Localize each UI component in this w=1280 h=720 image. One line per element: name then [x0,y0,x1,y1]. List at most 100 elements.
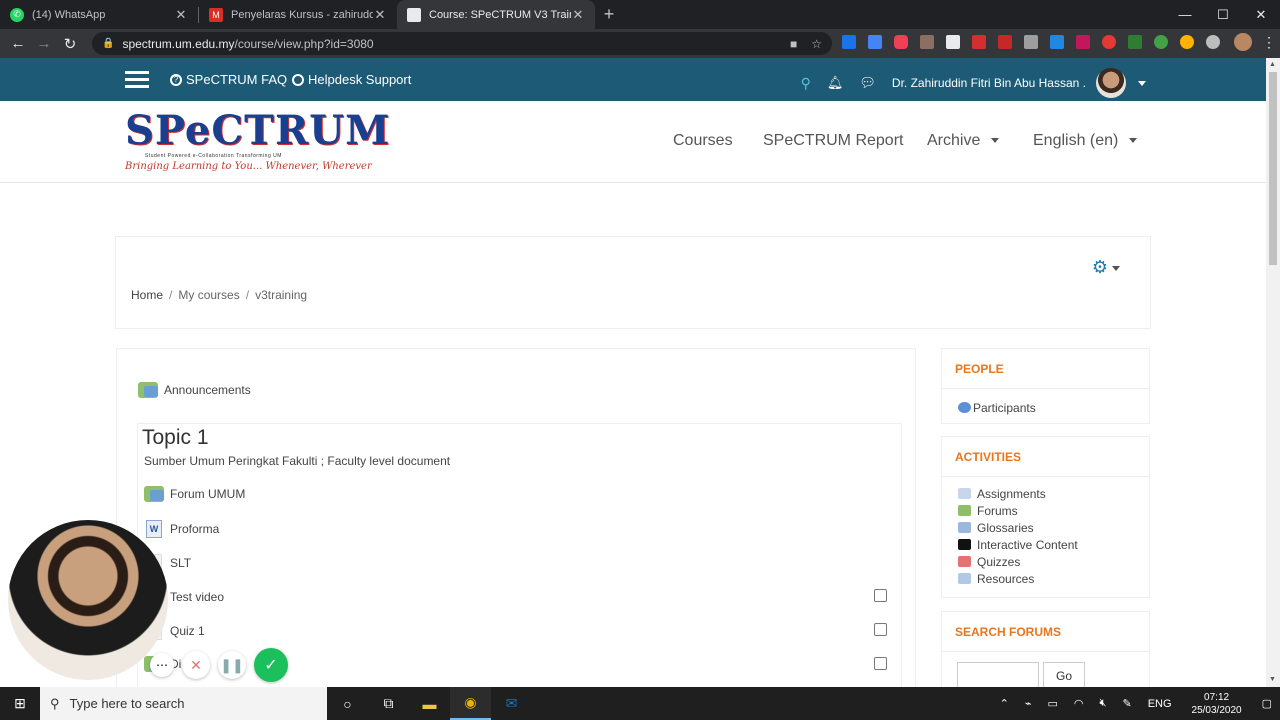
participants-link[interactable]: Participants [942,399,1149,416]
more-menu-icon[interactable]: ⋮ [1262,34,1276,51]
scroll-thumb[interactable] [1269,72,1277,265]
hamburger-menu-icon[interactable] [125,71,149,89]
breadcrumb-home[interactable]: Home [131,288,163,302]
extension-icon[interactable] [920,35,934,49]
more-options-icon[interactable]: ⋯ [150,653,174,677]
activity-type-link[interactable]: Forums [942,502,1149,519]
volume-muted-icon[interactable]: 🔇︎ [1100,697,1107,710]
language-indicator[interactable]: ENG [1148,698,1172,710]
extension-icon[interactable] [1102,35,1116,49]
battery-icon[interactable]: ▭ [1048,697,1058,710]
scroll-down-icon[interactable]: ▼ [1269,676,1276,683]
minimize-icon[interactable]: — [1166,0,1204,29]
clock[interactable]: 07:12 25/03/2020 [1192,691,1242,717]
menu-courses[interactable]: Courses [673,132,733,150]
pdf-icon[interactable] [998,35,1012,49]
extension-icon[interactable] [1128,35,1142,49]
extension-icon[interactable] [842,35,856,49]
profile-avatar[interactable] [1234,33,1252,51]
activity-type-link[interactable]: Assignments [942,485,1149,502]
activity-type-link[interactable]: Quizzes [942,553,1149,570]
user-name[interactable]: Dr. Zahiruddin Fitri Bin Abu Hassan . [892,76,1086,90]
tab-label: (14) WhatsApp [32,8,106,21]
search-icon[interactable]: ⚲ [801,75,811,92]
tab-whatsapp[interactable]: ✆ (14) WhatsApp ✕ [0,0,198,29]
close-window-icon[interactable]: ✕ [1242,0,1280,29]
page-header-box: ⚙ Home / My courses / v3training [115,236,1151,329]
task-view-icon[interactable]: ⧉ [368,687,409,720]
clock-time: 07:12 [1204,691,1230,703]
extension-icon[interactable] [1180,35,1194,49]
quiz-icon [958,556,971,567]
bookmark-star-icon[interactable]: ☆ [811,37,822,51]
notifications-icon[interactable]: ▢ [1262,697,1272,710]
file-explorer-icon[interactable]: ▬ [409,687,450,720]
activity-item[interactable]: Forum UMUM [144,486,245,502]
close-tab-icon[interactable]: ✕ [571,7,585,23]
scroll-up-icon[interactable]: ▲ [1269,61,1276,68]
usb-icon[interactable]: ⌁ [1025,697,1032,710]
extension-icon[interactable] [1024,35,1038,49]
extension-icon[interactable] [1076,35,1090,49]
menu-language[interactable]: English (en) [1033,132,1137,150]
cancel-recording-icon[interactable]: ✕ [182,651,210,679]
pocket-icon[interactable] [894,35,908,49]
settings-menu[interactable]: ⚙ [1092,257,1120,278]
webcam-overlay[interactable] [8,520,168,680]
search-row: Go [942,652,1149,690]
forward-icon[interactable]: → [31,35,57,52]
chat-icon[interactable]: 💬︎ [859,75,876,91]
cortana-icon[interactable]: ○ [327,687,368,720]
helpdesk-link[interactable]: Helpdesk Support [292,72,411,87]
activity-type-link[interactable]: Glossaries [942,519,1149,536]
new-tab-button[interactable]: + [595,0,623,29]
extension-icon[interactable] [972,35,986,49]
breadcrumb-separator: / [169,288,173,302]
extension-icon[interactable] [868,35,882,49]
search-forums-input[interactable] [957,662,1039,690]
chevron-down-icon[interactable] [1138,80,1146,86]
extension-icon[interactable] [1050,35,1064,49]
url-input[interactable]: 🔒 spectrum.um.edu.my/course/view.php?id=… [92,32,832,55]
activity-item[interactable]: W Proforma [146,520,219,538]
completion-checkbox[interactable] [874,589,887,602]
tab-course[interactable]: Course: SPeCTRUM V3 Training 2 ✕ [397,0,595,29]
search-icon: ⚲ [50,695,60,711]
extension-icon[interactable] [946,35,960,49]
pen-icon[interactable]: ✎ [1122,697,1131,710]
finish-recording-icon[interactable]: ✓ [254,648,288,682]
bell-icon[interactable]: 🔔︎ [827,75,844,91]
close-tab-icon[interactable]: ✕ [373,7,387,23]
announcements-link[interactable]: Announcements [138,382,251,398]
menu-report[interactable]: SPeCTRUM Report [763,132,903,150]
camera-icon[interactable]: ■ [790,37,797,51]
windows-start-icon[interactable]: ⊞ [0,695,40,712]
outlook-icon[interactable]: ✉ [491,687,532,720]
block-title: PEOPLE [942,349,1149,389]
activity-type-link[interactable]: Interactive Content [942,536,1149,553]
user-avatar[interactable] [1096,68,1126,98]
breadcrumb-course[interactable]: v3training [255,288,307,302]
activity-type-link[interactable]: Resources [942,570,1149,587]
pause-recording-icon[interactable]: ❚❚ [218,651,246,679]
faq-link[interactable]: ? SPeCTRUM FAQ [170,72,287,87]
spectrum-logo[interactable]: SPeCTRUM Student Powered e-Collaboration… [125,109,395,179]
go-button[interactable]: Go [1043,662,1085,690]
lifebuoy-icon [292,73,304,86]
maximize-icon[interactable]: ☐ [1204,0,1242,29]
taskbar-search[interactable]: ⚲ Type here to search [40,687,327,720]
extension-icon[interactable] [1154,35,1168,49]
breadcrumb-my-courses[interactable]: My courses [178,288,239,302]
menu-archive[interactable]: Archive [927,132,999,150]
extension-icon[interactable] [1206,35,1220,49]
reload-icon[interactable]: ↻ [57,35,83,53]
chrome-icon[interactable]: ◉ [450,687,491,720]
wifi-icon[interactable]: ◠ [1074,697,1084,710]
chevron-up-icon[interactable]: ⌃ [1000,697,1009,710]
completion-checkbox[interactable] [874,623,887,636]
completion-checkbox[interactable] [874,657,887,670]
tab-gmail[interactable]: M Penyelaras Kursus - zahiruddin@... ✕ [199,0,397,29]
page-scrollbar[interactable]: ▲ ▼ [1266,58,1280,687]
back-icon[interactable]: ← [5,35,31,52]
close-tab-icon[interactable]: ✕ [174,7,188,23]
